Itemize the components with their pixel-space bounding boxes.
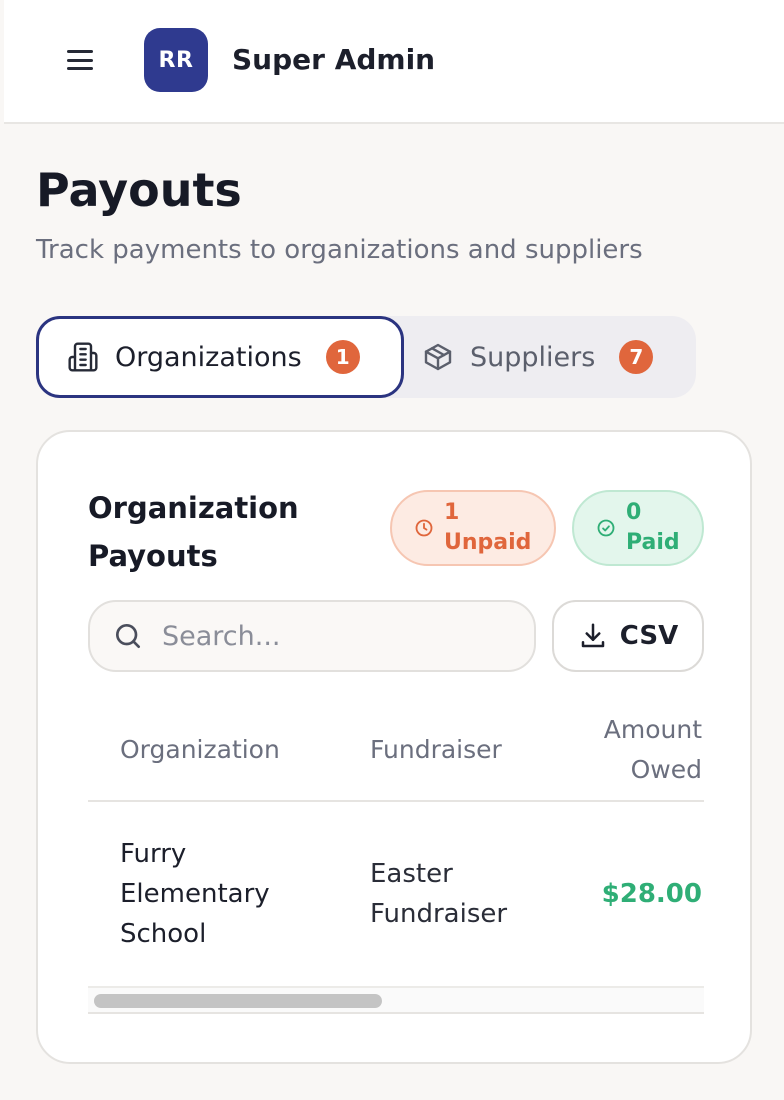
suppliers-count-badge: 7 — [619, 340, 654, 374]
organizations-count-badge: 1 — [325, 340, 360, 374]
csv-export-button[interactable]: CSV — [552, 600, 704, 672]
organization-payouts-card: Organization Payouts 1 Unpaid 0 Paid CSV… — [36, 430, 752, 1064]
scrollbar-thumb[interactable] — [94, 994, 382, 1008]
payouts-table: Organization Fundraiser Amount Owed Furr… — [88, 700, 704, 1016]
menu-icon[interactable] — [64, 46, 96, 74]
search-icon — [116, 624, 140, 648]
card-title: Organization Payouts — [88, 491, 299, 573]
header-divider — [88, 800, 704, 802]
unpaid-status-badge[interactable]: 1 Unpaid — [390, 490, 556, 566]
column-header-fundraiser[interactable]: Fundraiser — [370, 730, 502, 770]
building-icon — [67, 341, 99, 373]
clock-icon — [415, 519, 433, 537]
column-header-amount-owed[interactable]: Amount Owed — [562, 710, 702, 790]
column-header-organization[interactable]: Organization — [120, 730, 280, 770]
download-icon — [581, 623, 605, 648]
unpaid-count: 1 — [444, 500, 460, 525]
check-circle-icon — [597, 519, 615, 537]
paid-status-badge[interactable]: 0 Paid — [572, 490, 704, 566]
tab-organizations-label: Organizations — [115, 341, 302, 373]
paid-label: Paid — [626, 530, 680, 555]
tab-suppliers-label: Suppliers — [470, 341, 596, 373]
payout-tabs: Organizations 1 Suppliers 7 — [36, 316, 696, 398]
tab-suppliers[interactable]: Suppliers 7 — [422, 316, 692, 398]
cell-organization: Furry Elementary School — [120, 839, 270, 949]
page-subtitle: Track payments to organizations and supp… — [36, 235, 643, 265]
csv-label: CSV — [619, 621, 679, 651]
package-icon — [422, 341, 454, 373]
top-bar: RR Super Admin — [4, 0, 784, 124]
user-name: Super Admin — [232, 43, 436, 76]
search-box — [88, 600, 536, 672]
search-input[interactable] — [162, 620, 522, 652]
page-title: Payouts — [36, 163, 242, 217]
cell-fundraiser: Easter Fundraiser — [370, 859, 508, 929]
tab-organizations[interactable]: Organizations 1 — [36, 316, 404, 398]
unpaid-label: Unpaid — [444, 530, 532, 555]
avatar[interactable]: RR — [144, 28, 208, 92]
cell-amount-owed: $28.00 — [601, 879, 702, 909]
horizontal-scrollbar[interactable] — [88, 988, 704, 1014]
paid-count: 0 — [626, 500, 642, 525]
